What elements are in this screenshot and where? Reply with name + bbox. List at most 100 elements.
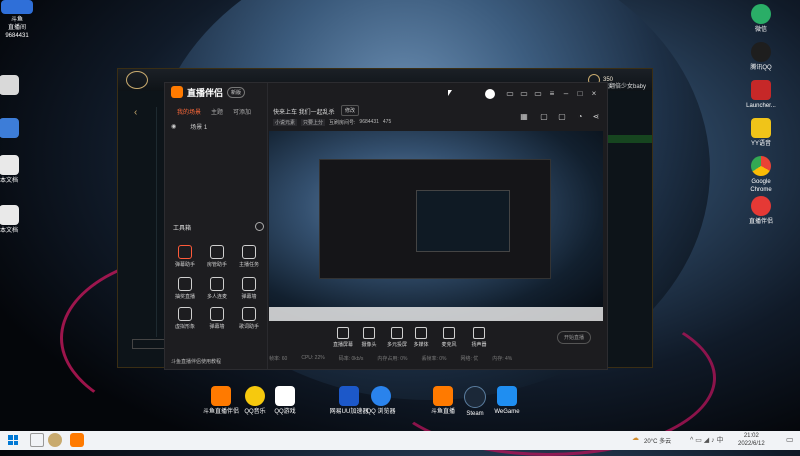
tool-item[interactable]: 多人连麦 <box>203 277 231 300</box>
notification-icon[interactable]: ▭ <box>786 435 794 444</box>
tab-my-scene[interactable]: 我的场景 <box>177 107 201 116</box>
avatar[interactable] <box>485 89 495 99</box>
source-button[interactable]: 麦克风 <box>435 327 463 348</box>
status-item: 帧率: 60 <box>269 356 288 362</box>
tab-theme[interactable]: 主题 <box>211 107 223 116</box>
source-icon <box>337 327 349 339</box>
category-tag[interactable]: 小说元素 <box>273 119 298 126</box>
app-main-area: ▭ ▭ ▭ ≡ – □ × 快来上车 我们一起乱杀 修改 小说元素 只要上分 互… <box>267 83 607 369</box>
tool-item[interactable]: 弹幕墙 <box>235 277 263 300</box>
mouse-cursor-icon <box>448 90 452 96</box>
message-icon[interactable]: ▭ <box>517 88 531 100</box>
tool-label: 虚拟形象 <box>174 324 195 330</box>
tool-label: 弹幕墙 <box>209 324 225 330</box>
douyu-taskbar-icon[interactable] <box>70 433 84 447</box>
tool-item[interactable]: 房管助手 <box>203 245 231 268</box>
minimize-icon[interactable]: – <box>559 88 573 100</box>
tutorial-link[interactable]: 斗鱼直播伴侣使用教程 <box>171 358 221 365</box>
tool-item[interactable]: 主播任务 <box>235 245 263 268</box>
douyu-desktop-icon[interactable]: 斗鱼 直播间 9684431 <box>0 0 40 40</box>
douyu-live-icon <box>433 386 453 406</box>
toolbox-title: 工具箱 <box>173 226 192 232</box>
zhibo-desktop-icon[interactable]: 直播伴侣 <box>738 196 784 226</box>
weather-icon[interactable]: ☁ <box>632 434 639 442</box>
source-button[interactable]: 扬声器 <box>465 327 493 348</box>
start-live-button[interactable]: 开始直播 <box>557 331 592 344</box>
qq-desktop-icon[interactable]: 腾讯QQ <box>738 42 784 72</box>
source-button[interactable]: 直播屏幕 <box>329 327 357 348</box>
desktop-room-id: 9684431 <box>5 33 29 39</box>
version-badge[interactable]: 新版 <box>227 86 246 98</box>
friend-name[interactable]: 我翻倍少女baby <box>603 81 646 90</box>
weather-text[interactable]: 20°C 多云 <box>644 436 671 445</box>
source-icon <box>443 327 455 339</box>
status-item: 丢帧率: 0% <box>421 356 447 362</box>
league-left-nav: ‹ <box>126 107 157 337</box>
tray-icons[interactable]: ^ ▭ ◢ ♪ 中 <box>690 435 724 445</box>
toolbox-more-icon[interactable] <box>255 222 264 231</box>
source-icon <box>391 327 403 339</box>
file-explorer-icon[interactable] <box>30 433 44 447</box>
zhibo-icon <box>751 196 771 216</box>
skin-icon[interactable]: ▭ <box>503 88 517 100</box>
live-companion-window[interactable]: 直播伴侣 新版 我的场景 主题 可添加 ◉ 场景 1 工具箱 弹幕助手 房管助手 主… <box>164 82 608 370</box>
wechat-desktop-icon[interactable]: 微信 <box>738 4 784 34</box>
start-icon[interactable] <box>8 435 18 445</box>
qqbrowser-desktop-icon[interactable]: QQ 浏览器 <box>358 386 404 416</box>
tool-item[interactable]: 歌词助手 <box>235 307 263 330</box>
file-icon <box>0 75 19 95</box>
source-icon <box>473 327 485 339</box>
status-item: 内存: 4% <box>492 356 513 362</box>
edit-title-button[interactable]: 修改 <box>341 105 360 116</box>
back-arrow-icon[interactable]: ‹ <box>134 107 156 118</box>
desktop-doc-icon[interactable]: 本文档 <box>0 205 32 235</box>
desktop-doc-icon[interactable]: 本文档 <box>0 155 32 185</box>
yy-desktop-icon[interactable]: YY语音 <box>738 118 784 148</box>
tool-icon <box>178 245 192 259</box>
maximize-icon[interactable]: □ <box>573 88 587 100</box>
bell-icon[interactable]: ◔ <box>573 111 587 123</box>
app-header: 直播伴侣 新版 <box>165 83 267 101</box>
desktop-icon[interactable] <box>0 75 32 97</box>
source-button[interactable]: 摄像头 <box>355 327 383 348</box>
windows-taskbar: ☁ 20°C 多云 ^ ▭ ◢ ♪ 中 21:02 2022/6/12 ▭ <box>0 431 800 450</box>
layout-icon[interactable]: ▦ <box>517 111 531 123</box>
tool-icon <box>242 307 256 321</box>
qqgame-desktop-icon[interactable]: QQ游戏 <box>262 386 308 416</box>
yy-icon <box>751 118 771 138</box>
wechat-icon <box>751 4 771 24</box>
nested-preview <box>319 159 551 279</box>
eye-icon[interactable]: ◉ <box>171 123 176 130</box>
source-label: 多媒体 <box>413 342 429 348</box>
tool-item[interactable]: 弹幕助手 <box>171 245 199 268</box>
chrome-icon <box>751 156 771 176</box>
launcher-desktop-icon[interactable]: Launcher... <box>738 80 784 110</box>
league-logo-icon[interactable] <box>126 71 148 89</box>
desktop-icon[interactable] <box>0 118 32 140</box>
tab-addable[interactable]: 可添加 <box>233 107 251 116</box>
scene-item[interactable]: ◉ 场景 1 <box>165 116 267 131</box>
source-button[interactable]: 多媒体 <box>407 327 435 348</box>
document-icon <box>0 205 19 225</box>
tool-label: 歌词助手 <box>238 324 259 330</box>
chrome-desktop-icon[interactable]: Google Chrome <box>738 156 784 194</box>
settings-icon[interactable]: ▭ <box>531 88 545 100</box>
league-taskbar-icon[interactable] <box>48 433 62 447</box>
clock[interactable]: 21:02 2022/6/12 <box>738 432 765 448</box>
custom-tag[interactable]: 只要上分 <box>301 119 326 126</box>
nested-preview-inner <box>416 190 510 252</box>
share-icon[interactable]: ⋖ <box>589 111 603 123</box>
friend-list-header <box>606 135 652 143</box>
stream-preview[interactable] <box>269 131 603 321</box>
menu-icon[interactable]: ≡ <box>545 88 559 100</box>
douyu-companion-logo-icon <box>211 386 231 406</box>
notice-icon[interactable]: ▢ <box>555 111 569 123</box>
record-icon[interactable]: ▢ <box>537 111 551 123</box>
tool-item[interactable]: 弹幕墙 <box>203 307 231 330</box>
close-icon[interactable]: × <box>587 88 601 100</box>
wegame-desktop-icon[interactable]: WeGame <box>484 386 530 416</box>
clock-time: 21:02 <box>743 433 759 439</box>
tool-item[interactable]: 虚拟形象 <box>171 307 199 330</box>
preview-taskbar <box>269 307 603 321</box>
tool-item[interactable]: 抽奖直播 <box>171 277 199 300</box>
